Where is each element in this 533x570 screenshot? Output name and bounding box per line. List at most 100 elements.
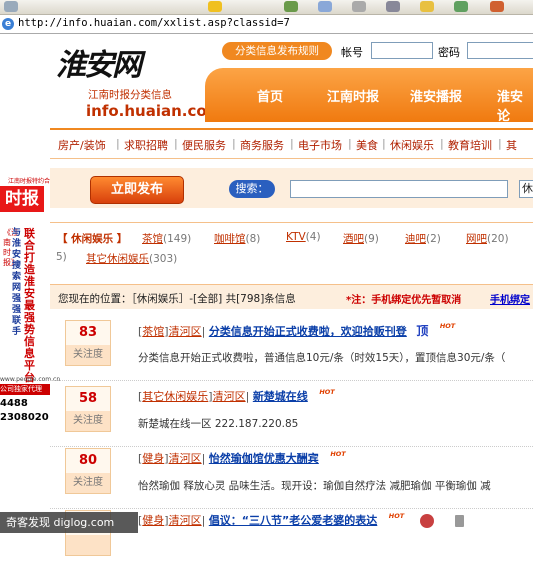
- subnav-jobs[interactable]: 求职招聘: [124, 137, 168, 153]
- url-text[interactable]: http://info.huaian.com/xxlist.asp?classi…: [18, 17, 290, 29]
- listing-title[interactable]: 倡议：“三八节”老公爱老婆的表达: [209, 514, 377, 527]
- print-icon[interactable]: [352, 1, 366, 12]
- listing-tag[interactable]: 健身: [142, 514, 164, 527]
- listing-description: 分类信息开始正式收费啦，普通信息10元/条（时效15天），置顶信息30元/条（: [138, 352, 506, 364]
- nav-jiangnan-times[interactable]: 江南时报: [327, 86, 379, 105]
- subcat-disco[interactable]: 迪吧(2): [405, 231, 441, 246]
- subcat-other-leisure[interactable]: 其它休闲娱乐(303): [86, 251, 177, 266]
- listing-tag[interactable]: 其它休闲娱乐: [142, 390, 208, 403]
- mobile-notice: *注：手机绑定优先暂取消: [346, 295, 462, 306]
- listing-title-line: [健身]清河区| 怡然瑜伽馆优惠大酬宾 HOT: [138, 450, 346, 465]
- nav-home[interactable]: 首页: [257, 86, 283, 105]
- logo-subtitle: 江南时报分类信息: [88, 89, 172, 101]
- score-label: 关注度: [66, 473, 110, 493]
- subnav-sep: |: [116, 137, 120, 150]
- subnav-realestate[interactable]: 房产/装饰: [58, 137, 106, 153]
- listing-item: 80 关注度 [健身]清河区| 怡然瑜伽馆优惠大酬宾 HOT 怡然瑜伽 释放心灵…: [50, 440, 533, 509]
- browser-toolbar: [0, 0, 533, 15]
- score-label: [66, 535, 110, 555]
- site-logo[interactable]: 淮安网 江南时报分类信息 info.huaian.com: [56, 40, 222, 125]
- location-bar: 您现在的位置：［休闲娱乐］-[全部] 共[798]条信息 *注：手机绑定优先暂取…: [50, 284, 533, 309]
- phone-icon: [455, 515, 465, 527]
- attention-score: 58 关注度: [65, 386, 111, 432]
- password-input[interactable]: [467, 42, 533, 59]
- top-badge: 顶: [416, 324, 429, 338]
- subnav-electronics[interactable]: 电子市场: [298, 137, 342, 153]
- watermark: 奇客发现 diglog.com: [0, 512, 138, 533]
- score-label: 关注度: [66, 411, 110, 431]
- hot-badge: HOT: [388, 512, 405, 520]
- mobile-bind-link[interactable]: 手机绑定: [490, 291, 530, 306]
- ad-vertical-text-1: 《江南时报》: [3, 228, 19, 267]
- search-label: 搜索：: [229, 180, 275, 198]
- subnav-education[interactable]: 教育培训: [448, 137, 492, 153]
- subcat-ktv[interactable]: KTV(4): [286, 231, 321, 243]
- ad-phone-2: 2308020: [0, 412, 49, 423]
- subnav-sep: |: [348, 137, 352, 150]
- search-bar: 立即发布 搜索： 休: [50, 168, 533, 208]
- hot-badge: HOT: [330, 450, 346, 458]
- account-input[interactable]: [371, 42, 433, 59]
- search-category-select[interactable]: 休: [519, 180, 533, 198]
- listing-tag[interactable]: 茶馆: [142, 325, 164, 338]
- listing-area[interactable]: 清河区: [169, 452, 202, 465]
- left-side-ad[interactable]: 江南时报特约合作 时报 《江南时报》 与淮安搜索网强强联手 联合打造淮安最强势信…: [0, 168, 60, 468]
- nav-huaian-forum[interactable]: 淮安论: [497, 86, 533, 124]
- ie-page-icon: e: [2, 18, 14, 30]
- subcat-teahouse[interactable]: 茶馆(149): [142, 231, 191, 246]
- back-icon[interactable]: [4, 1, 18, 12]
- password-label: 密码: [438, 46, 460, 59]
- breadcrumb: 您现在的位置：［休闲娱乐］-[全部] 共[798]条信息: [58, 293, 296, 305]
- account-label: 帐号: [341, 46, 363, 59]
- mail-icon[interactable]: [318, 1, 332, 12]
- listing-area[interactable]: 清河区: [169, 325, 202, 338]
- category-nav: 房产/装饰 | 求职招聘 | 便民服务 | 商务服务 | 电子市场 | 美食 |…: [50, 128, 533, 159]
- score-label: 关注度: [66, 345, 110, 365]
- subcat-bar[interactable]: 酒吧(9): [343, 231, 379, 246]
- search-input[interactable]: [290, 180, 508, 198]
- attention-score: 83 关注度: [65, 320, 111, 366]
- subnav-leisure[interactable]: 休闲娱乐: [390, 137, 434, 153]
- listing-area[interactable]: 清河区: [213, 390, 246, 403]
- listing-item: 58 关注度 [其它休闲娱乐]清河区| 新楚城在线 HOT 新楚城在线一区 22…: [50, 378, 533, 447]
- history-icon[interactable]: [284, 1, 298, 12]
- ad-vertical-text-3: 联合打造淮安最强势信息平台: [24, 227, 35, 384]
- subnav-services[interactable]: 便民服务: [182, 137, 226, 153]
- hot-badge: HOT: [319, 388, 335, 396]
- listing-title[interactable]: 分类信息开始正式收费啦，欢迎拾贩刊登: [209, 325, 407, 338]
- listing-tag[interactable]: 健身: [142, 452, 164, 465]
- listing-title[interactable]: 怡然瑜伽馆优惠大酬宾: [209, 452, 319, 465]
- subcat-overflow: 5): [56, 251, 67, 263]
- edit-icon[interactable]: [386, 1, 400, 12]
- score-value: 58: [78, 391, 98, 406]
- star-icon[interactable]: [208, 1, 222, 12]
- logo-domain: info.huaian.com: [86, 102, 223, 120]
- listing-area[interactable]: 清河区: [169, 514, 202, 527]
- attention-score: 80 关注度: [65, 448, 111, 494]
- rules-button[interactable]: 分类信息发布规则: [222, 42, 332, 60]
- subnav-business[interactable]: 商务服务: [240, 137, 284, 153]
- folder-icon[interactable]: [420, 1, 434, 12]
- listing-title-line: [健身]清河区| 倡议：“三八节”老公爱老婆的表达 HOT: [138, 512, 465, 528]
- subnav-other[interactable]: 其: [506, 137, 517, 153]
- messenger-icon[interactable]: [454, 1, 468, 12]
- current-category: 【 休闲娱乐 】: [57, 233, 128, 245]
- listing-title-line: [茶馆]清河区| 分类信息开始正式收费啦，欢迎拾贩刊登 顶 HOT: [138, 322, 456, 338]
- subnav-sep: |: [382, 137, 386, 150]
- score-value: 80: [78, 453, 98, 468]
- ad-phone-1: 4488: [0, 398, 28, 409]
- address-bar[interactable]: e http://info.huaian.com/xxlist.asp?clas…: [0, 15, 533, 34]
- listing-description: 怡然瑜伽 释放心灵 品味生活。现开设：瑜伽自然疗法 减肥瑜伽 平衡瑜伽 减: [138, 480, 491, 492]
- subnav-sep: |: [290, 137, 294, 150]
- listing-title[interactable]: 新楚城在线: [253, 390, 308, 403]
- hot-badge: HOT: [439, 322, 456, 330]
- subcat-cafe[interactable]: 咖啡馆(8): [214, 231, 260, 246]
- subnav-food[interactable]: 美食: [356, 137, 378, 153]
- tools-icon[interactable]: [490, 1, 504, 12]
- logo-script: 淮安网: [56, 48, 142, 83]
- publish-button[interactable]: 立即发布: [90, 176, 184, 204]
- ad-vertical-text-2: 与淮安搜索网强强联手: [12, 228, 22, 337]
- subnav-sep: |: [232, 137, 236, 150]
- nav-huaian-broadcast[interactable]: 淮安播报: [410, 86, 462, 105]
- subcat-netcafe[interactable]: 网吧(20): [466, 231, 509, 246]
